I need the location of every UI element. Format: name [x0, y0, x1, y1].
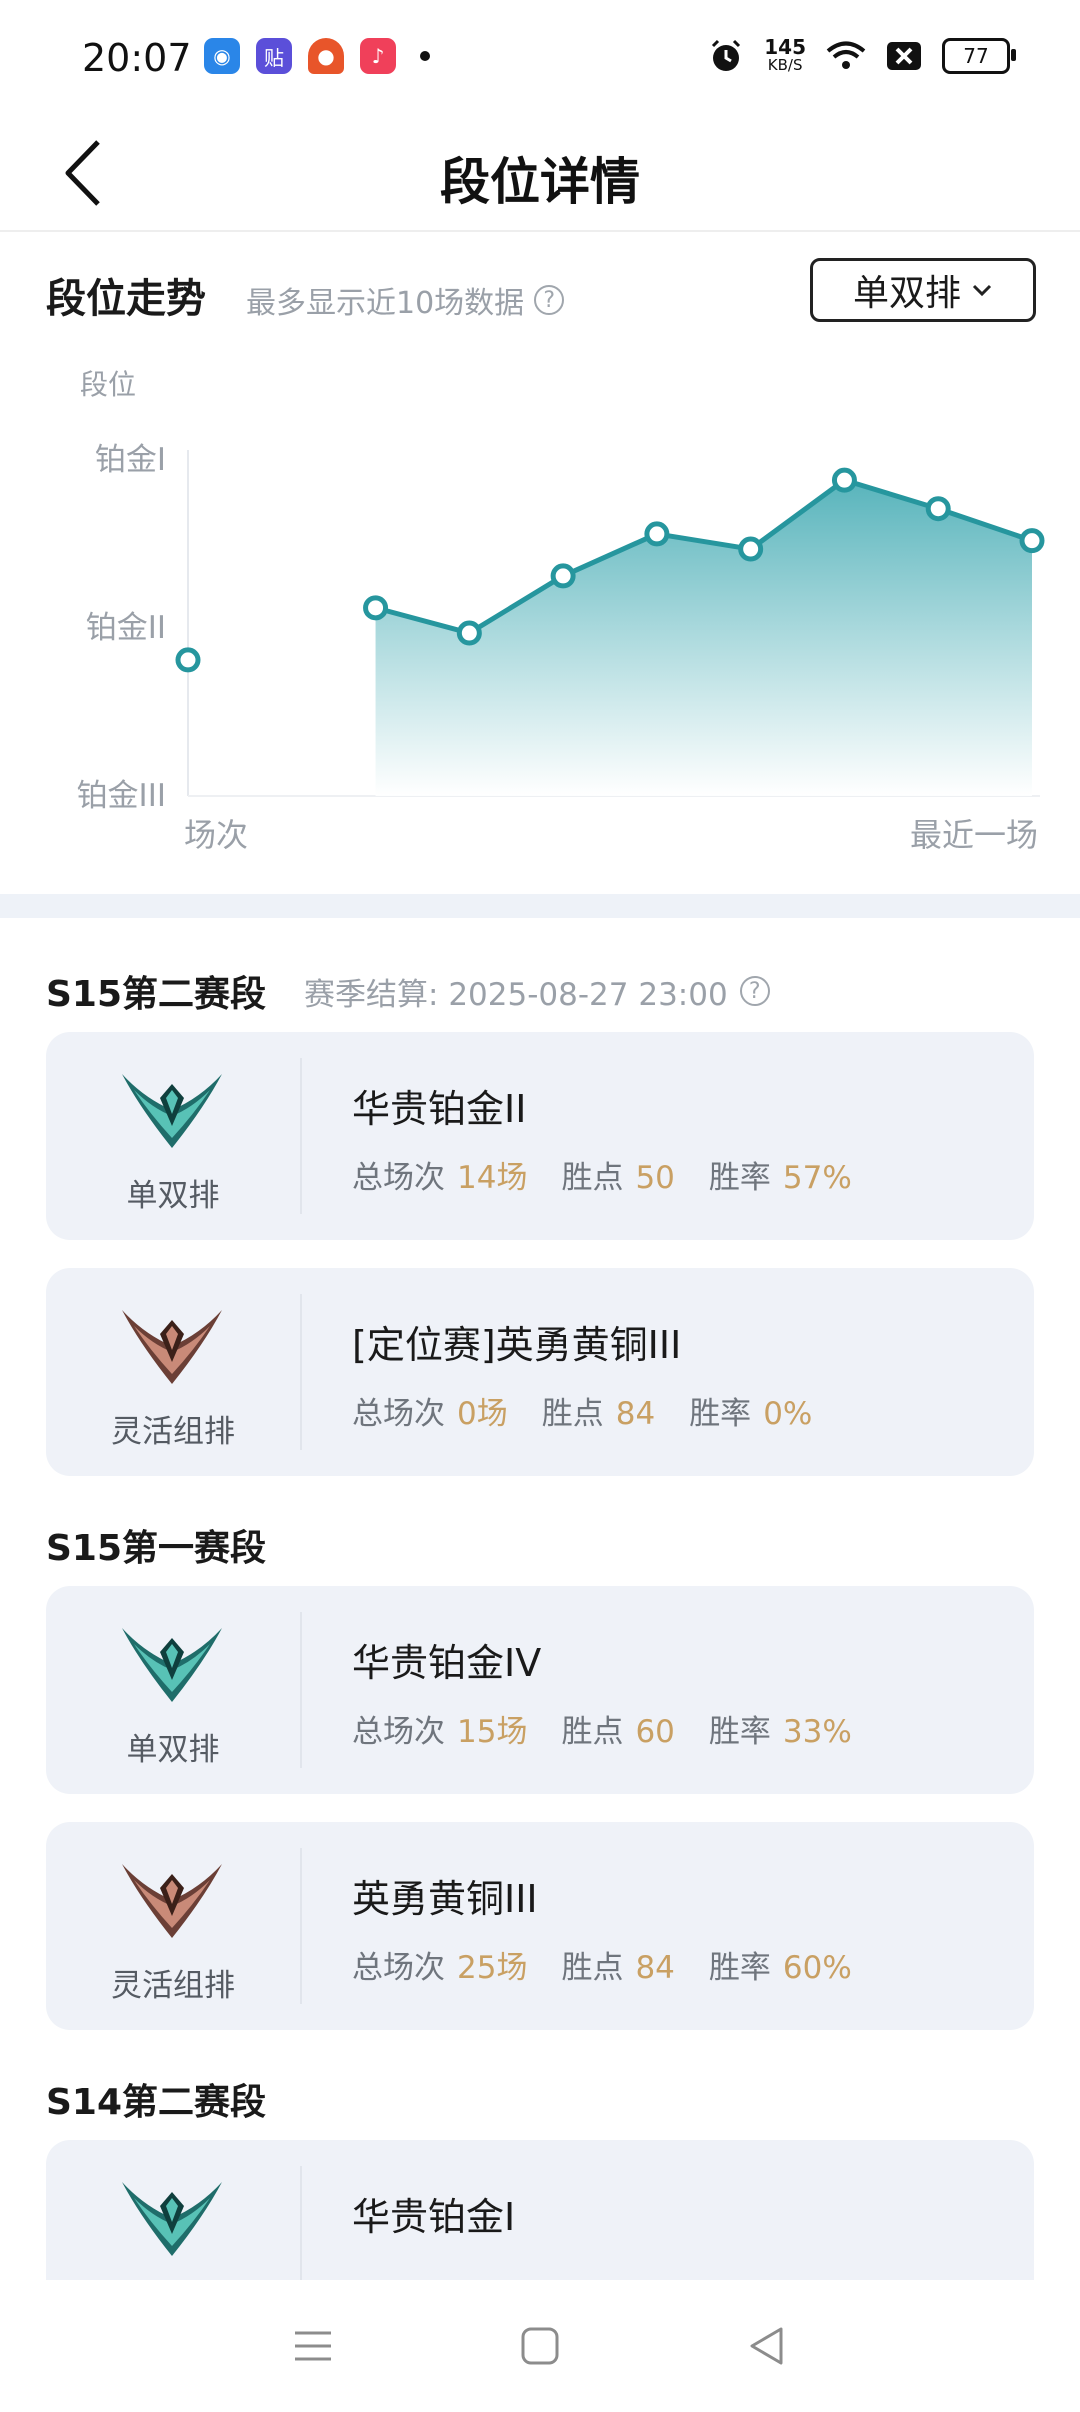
winrate-stat: 胜率 57%: [708, 1160, 852, 1196]
data-point[interactable]: [456, 620, 482, 646]
queue-dropdown-label: 单双排: [852, 273, 961, 314]
tieba-app-icon: 贴: [256, 38, 292, 74]
games-stat: 总场次 25场: [352, 1950, 528, 1986]
back-nav-icon[interactable]: [747, 2326, 787, 2366]
data-point[interactable]: [175, 647, 201, 673]
season-header: S15第一赛段: [46, 1504, 1080, 1586]
no-sim-icon: [887, 42, 921, 70]
map-app-icon: ◉: [204, 38, 240, 74]
lp-stat: 胜点 84: [561, 1950, 675, 1986]
rank-card[interactable]: 灵活组排 [定位赛]英勇黄铜III 总场次 0场 胜点 84 胜率 0%: [46, 1268, 1034, 1476]
rank-card[interactable]: 单双排 华贵铂金IV 总场次 15场 胜点 60 胜率 33%: [46, 1586, 1034, 1794]
wifi-icon: [826, 41, 866, 69]
rank-trend-chart: 段位 铂金I 铂金II 铂金III 场次 最近一场: [77, 368, 1045, 854]
data-point[interactable]: [738, 536, 764, 562]
home-icon[interactable]: [520, 2326, 560, 2366]
y-tick-label: 铂金II: [86, 610, 166, 646]
status-time: 20:07: [82, 36, 192, 80]
section-divider: [0, 894, 1080, 918]
y-tick-label: 铂金III: [77, 778, 166, 814]
status-bar: 20:07 ◉ 贴 ● ♪ 145 KB/S 77: [0, 0, 1080, 120]
battery-icon: 77: [942, 38, 1016, 74]
queue-label: 灵活组排: [111, 1968, 235, 2004]
platinum-emblem-icon: [122, 2182, 222, 2256]
help-icon[interactable]: ?: [534, 285, 565, 315]
card-divider: [300, 2166, 302, 2280]
lp-stat: 胜点 60: [561, 1714, 675, 1750]
status-indicators: 145 KB/S 77: [708, 35, 1016, 74]
help-icon[interactable]: ?: [739, 976, 770, 1006]
card-divider: [300, 1848, 302, 2004]
data-point[interactable]: [550, 563, 576, 589]
queue-label: 单双排: [126, 1732, 220, 1768]
platinum-emblem-icon: [122, 1628, 222, 1702]
alarm-icon: [712, 39, 741, 71]
data-point[interactable]: [1019, 528, 1045, 554]
chevron-down-icon: [972, 284, 992, 297]
season-list: S15第二赛段 赛季结算: 2025-08-27 23:00? 单双排 华贵铂金II 总…: [0, 950, 1080, 2280]
data-point[interactable]: [925, 496, 951, 522]
lp-stat: 胜点 84: [541, 1396, 656, 1432]
bronze-emblem-icon: [122, 1864, 222, 1938]
queue-label: 单双排: [126, 1178, 220, 1214]
data-point[interactable]: [363, 595, 389, 621]
queue-label: 灵活组排: [111, 1414, 235, 1450]
page-title: 段位详情: [440, 153, 640, 211]
y-tick-label: 铂金I: [95, 442, 166, 478]
menu-icon[interactable]: [293, 2326, 333, 2366]
queue-block: 灵活组排: [46, 1822, 300, 2030]
app-header: 段位详情: [0, 120, 1080, 232]
queue-block: 灵活组排: [46, 1268, 300, 1476]
rank-stats: 总场次 25场 胜点 84 胜率 60%: [352, 1942, 852, 1987]
queue-dropdown[interactable]: 单双排: [810, 258, 1036, 322]
game-app-icon: ●: [308, 38, 344, 74]
x-axis-start-label: 场次: [184, 816, 248, 854]
games-stat: 总场次 15场: [352, 1714, 528, 1750]
queue-block: 单双排: [46, 1032, 300, 1240]
platinum-emblem-icon: [122, 1074, 222, 1148]
games-stat: 总场次 14场: [352, 1160, 528, 1196]
season-title: S15第一赛段: [46, 1528, 267, 1569]
bronze-emblem-icon: [122, 1310, 222, 1384]
rank-stats: 总场次 15场 胜点 60 胜率 33%: [352, 1706, 852, 1751]
rank-name: [定位赛]英勇黄铜III: [352, 1323, 682, 1367]
rank-card[interactable]: 灵活组排 英勇黄铜III 总场次 25场 胜点 84 胜率 60%: [46, 1822, 1034, 2030]
trend-header: 段位走势 最多显示近10场数据 ? 单双排: [46, 258, 1036, 328]
season-title: S15第二赛段: [46, 974, 267, 1015]
card-divider: [300, 1612, 302, 1768]
rank-name: 华贵铂金II: [352, 1087, 527, 1131]
navigation-bar: [0, 2280, 1080, 2412]
data-point[interactable]: [644, 521, 670, 547]
winrate-stat: 胜率 60%: [708, 1950, 852, 1986]
rank-card[interactable]: 华贵铂金I: [46, 2140, 1034, 2280]
network-speed: 145 KB/S: [764, 35, 806, 74]
season-title: S14第二赛段: [46, 2082, 267, 2123]
winrate-stat: 胜率 0%: [689, 1396, 813, 1432]
winrate-stat: 胜率 33%: [708, 1714, 852, 1750]
notification-icons: ◉ 贴 ● ♪: [204, 38, 430, 74]
trend-title: 段位走势: [46, 276, 206, 322]
rank-name: 华贵铂金I: [352, 2195, 516, 2239]
music-app-icon: ♪: [360, 38, 396, 74]
lp-stat: 胜点 50: [561, 1160, 675, 1196]
rank-stats: 总场次 0场 胜点 84 胜率 0%: [352, 1388, 812, 1433]
queue-block: 单双排: [46, 1586, 300, 1794]
rank-card[interactable]: 单双排 华贵铂金II 总场次 14场 胜点 50 胜率 57%: [46, 1032, 1034, 1240]
card-divider: [300, 1294, 302, 1450]
queue-block: [46, 2140, 300, 2280]
rank-stats: 总场次 14场 胜点 50 胜率 57%: [352, 1152, 852, 1197]
more-notifications-icon: [420, 51, 430, 61]
trend-hint: 最多显示近10场数据 ?: [246, 278, 565, 322]
season-settle-time: 赛季结算: 2025-08-27 23:00?: [304, 969, 770, 1014]
rank-name: 英勇黄铜III: [352, 1877, 538, 1921]
card-divider: [300, 1058, 302, 1214]
season-header: S15第二赛段 赛季结算: 2025-08-27 23:00?: [46, 950, 1080, 1032]
data-point[interactable]: [831, 467, 857, 493]
games-stat: 总场次 0场: [352, 1396, 508, 1432]
season-header: S14第二赛段: [46, 2058, 1080, 2140]
y-axis-label: 段位: [80, 368, 136, 401]
x-axis-end-label: 最近一场: [910, 816, 1038, 854]
rank-name: 华贵铂金IV: [352, 1641, 542, 1685]
